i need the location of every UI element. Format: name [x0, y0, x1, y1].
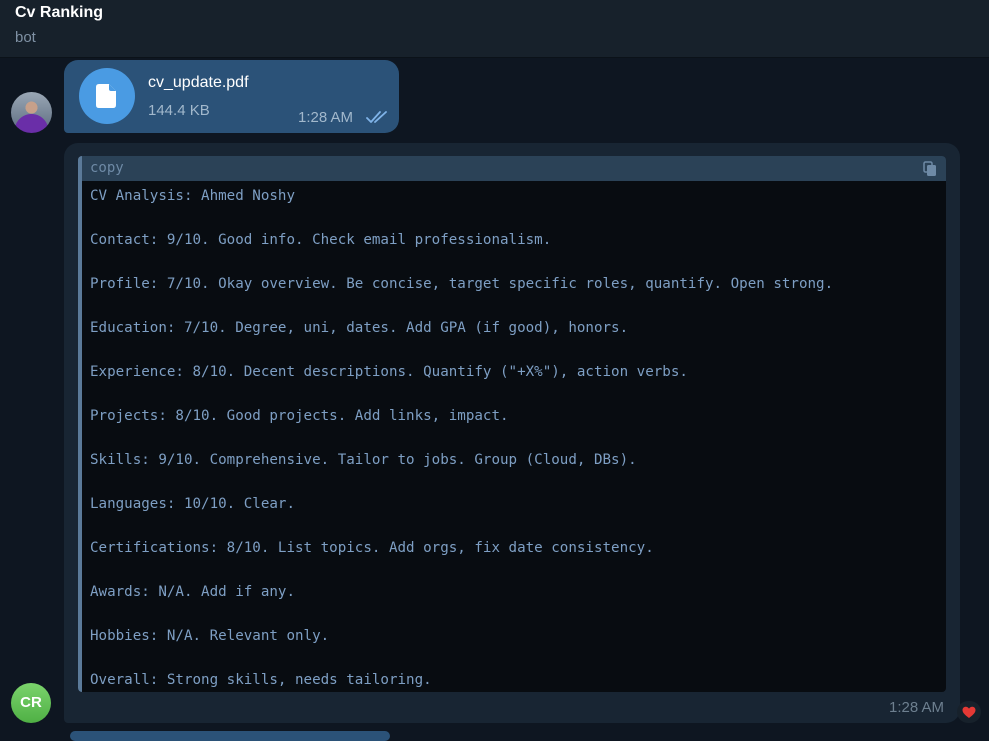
file-message-bubble[interactable]: cv_update.pdf 144.4 KB 1:28 AM: [64, 60, 399, 133]
double-check-icon: [366, 111, 387, 123]
chat-header[interactable]: Cv Ranking bot: [0, 0, 989, 58]
code-line: Awards: N/A. Add if any.: [90, 584, 295, 600]
document-icon: [96, 84, 116, 108]
message-time: 1:28 AM: [889, 699, 945, 716]
code-line: Education: 7/10. Degree, uni, dates. Add…: [90, 320, 629, 336]
copy-icon[interactable]: [923, 161, 937, 177]
code-block-header: copy: [78, 156, 946, 181]
code-line: Profile: 7/10. Okay overview. Be concise…: [90, 276, 834, 292]
user-avatar[interactable]: [11, 92, 52, 133]
code-line: Experience: 8/10. Decent descriptions. Q…: [90, 364, 688, 380]
code-line: Contact: 9/10. Good info. Check email pr…: [90, 232, 552, 248]
code-line: Hobbies: N/A. Relevant only.: [90, 628, 330, 644]
code-line: Overall: Strong skills, needs tailoring.: [90, 672, 432, 688]
file-size: 144.4 KB: [148, 102, 210, 119]
code-line: Certifications: 8/10. List topics. Add o…: [90, 540, 654, 556]
code-lines[interactable]: CV Analysis: Ahmed Noshy Contact: 9/10. …: [90, 186, 833, 692]
chat-subtitle: bot: [15, 29, 36, 46]
chat-title[interactable]: Cv Ranking: [15, 4, 103, 22]
reaction-badge[interactable]: [957, 701, 981, 723]
message-time: 1:28 AM: [298, 109, 354, 126]
heart-icon: [962, 706, 976, 718]
file-download-button[interactable]: [79, 68, 135, 124]
code-language-label: copy: [90, 160, 124, 176]
bot-message-bubble[interactable]: copy CV Analysis: Ahmed Noshy Contact: 9…: [64, 143, 960, 723]
code-block-accent-bar: [78, 156, 82, 692]
code-line: Projects: 8/10. Good projects. Add links…: [90, 408, 509, 424]
code-line: Languages: 10/10. Clear.: [90, 496, 295, 512]
code-line: CV Analysis: Ahmed Noshy: [90, 188, 295, 204]
next-message-bubble[interactable]: [70, 731, 390, 741]
file-name[interactable]: cv_update.pdf: [148, 74, 249, 92]
bot-avatar[interactable]: CR: [11, 683, 51, 723]
code-block[interactable]: copy CV Analysis: Ahmed Noshy Contact: 9…: [78, 156, 946, 692]
code-line: Skills: 9/10. Comprehensive. Tailor to j…: [90, 452, 637, 468]
